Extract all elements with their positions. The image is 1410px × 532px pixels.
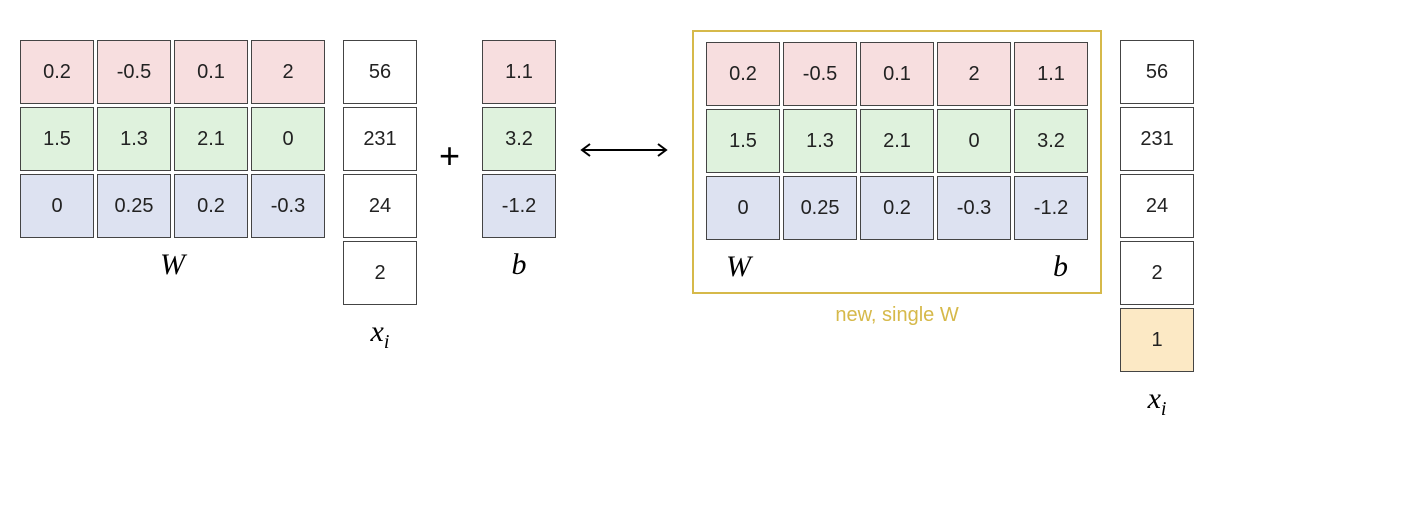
- label-xi-left: xi: [371, 315, 390, 354]
- matrix-W-augmented-group: 0.2 -0.5 0.1 2 1.1 1.5 1.3 2.1 0 3.2 0 0…: [692, 20, 1102, 327]
- label-b-right: b: [1053, 250, 1068, 284]
- cell: 1.1: [482, 40, 556, 104]
- cell: 24: [343, 174, 417, 238]
- cell: 0: [706, 176, 780, 240]
- cell: 0.2: [706, 42, 780, 106]
- cell: 24: [1120, 174, 1194, 238]
- bias-trick-diagram: 0.2 -0.5 0.1 2 1.5 1.3 2.1 0 0 0.25 0.2 …: [20, 20, 1390, 421]
- label-W-left: W: [160, 248, 185, 282]
- cell: 0.2: [174, 174, 248, 238]
- cell: -1.2: [1014, 176, 1088, 240]
- cell: 1.5: [706, 109, 780, 173]
- cell: 231: [343, 107, 417, 171]
- cell: 2: [343, 241, 417, 305]
- cell: -0.3: [937, 176, 1011, 240]
- cell: 0.1: [860, 42, 934, 106]
- cell: 0: [20, 174, 94, 238]
- caption-new-single-W: new, single W: [835, 304, 958, 327]
- cell: 0: [251, 107, 325, 171]
- vector-xi-right: 56 231 24 2 1 xi: [1120, 20, 1194, 421]
- cell: 0.2: [20, 40, 94, 104]
- vector-xi-left: 56 231 24 2 xi: [343, 20, 417, 354]
- cell: -0.5: [783, 42, 857, 106]
- cell: 56: [343, 40, 417, 104]
- double-arrow-icon: [574, 140, 674, 160]
- cell: 1.3: [97, 107, 171, 171]
- cell: 0.1: [174, 40, 248, 104]
- matrix-W-left: 0.2 -0.5 0.1 2 1.5 1.3 2.1 0 0 0.25 0.2 …: [20, 20, 325, 282]
- plus-operator: +: [435, 135, 464, 177]
- cell: 1: [1120, 308, 1194, 372]
- cell: 0.2: [860, 176, 934, 240]
- cell: 3.2: [482, 107, 556, 171]
- cell: -0.3: [251, 174, 325, 238]
- cell: 2.1: [860, 109, 934, 173]
- cell: 2: [251, 40, 325, 104]
- cell: 231: [1120, 107, 1194, 171]
- cell: 1.5: [20, 107, 94, 171]
- label-b-left: b: [512, 248, 527, 282]
- cell: 2: [1120, 241, 1194, 305]
- cell: -0.5: [97, 40, 171, 104]
- cell: 0.25: [97, 174, 171, 238]
- cell: 1.1: [1014, 42, 1088, 106]
- cell: 3.2: [1014, 109, 1088, 173]
- cell: 2: [937, 42, 1011, 106]
- label-xi-right: xi: [1148, 382, 1167, 421]
- cell: 2.1: [174, 107, 248, 171]
- cell: 56: [1120, 40, 1194, 104]
- cell: 0: [937, 109, 1011, 173]
- cell: -1.2: [482, 174, 556, 238]
- cell: 0.25: [783, 176, 857, 240]
- vector-b: 1.1 3.2 -1.2 b: [482, 20, 556, 282]
- label-W-right: W: [726, 250, 751, 284]
- highlight-box: 0.2 -0.5 0.1 2 1.1 1.5 1.3 2.1 0 3.2 0 0…: [692, 30, 1102, 294]
- cell: 1.3: [783, 109, 857, 173]
